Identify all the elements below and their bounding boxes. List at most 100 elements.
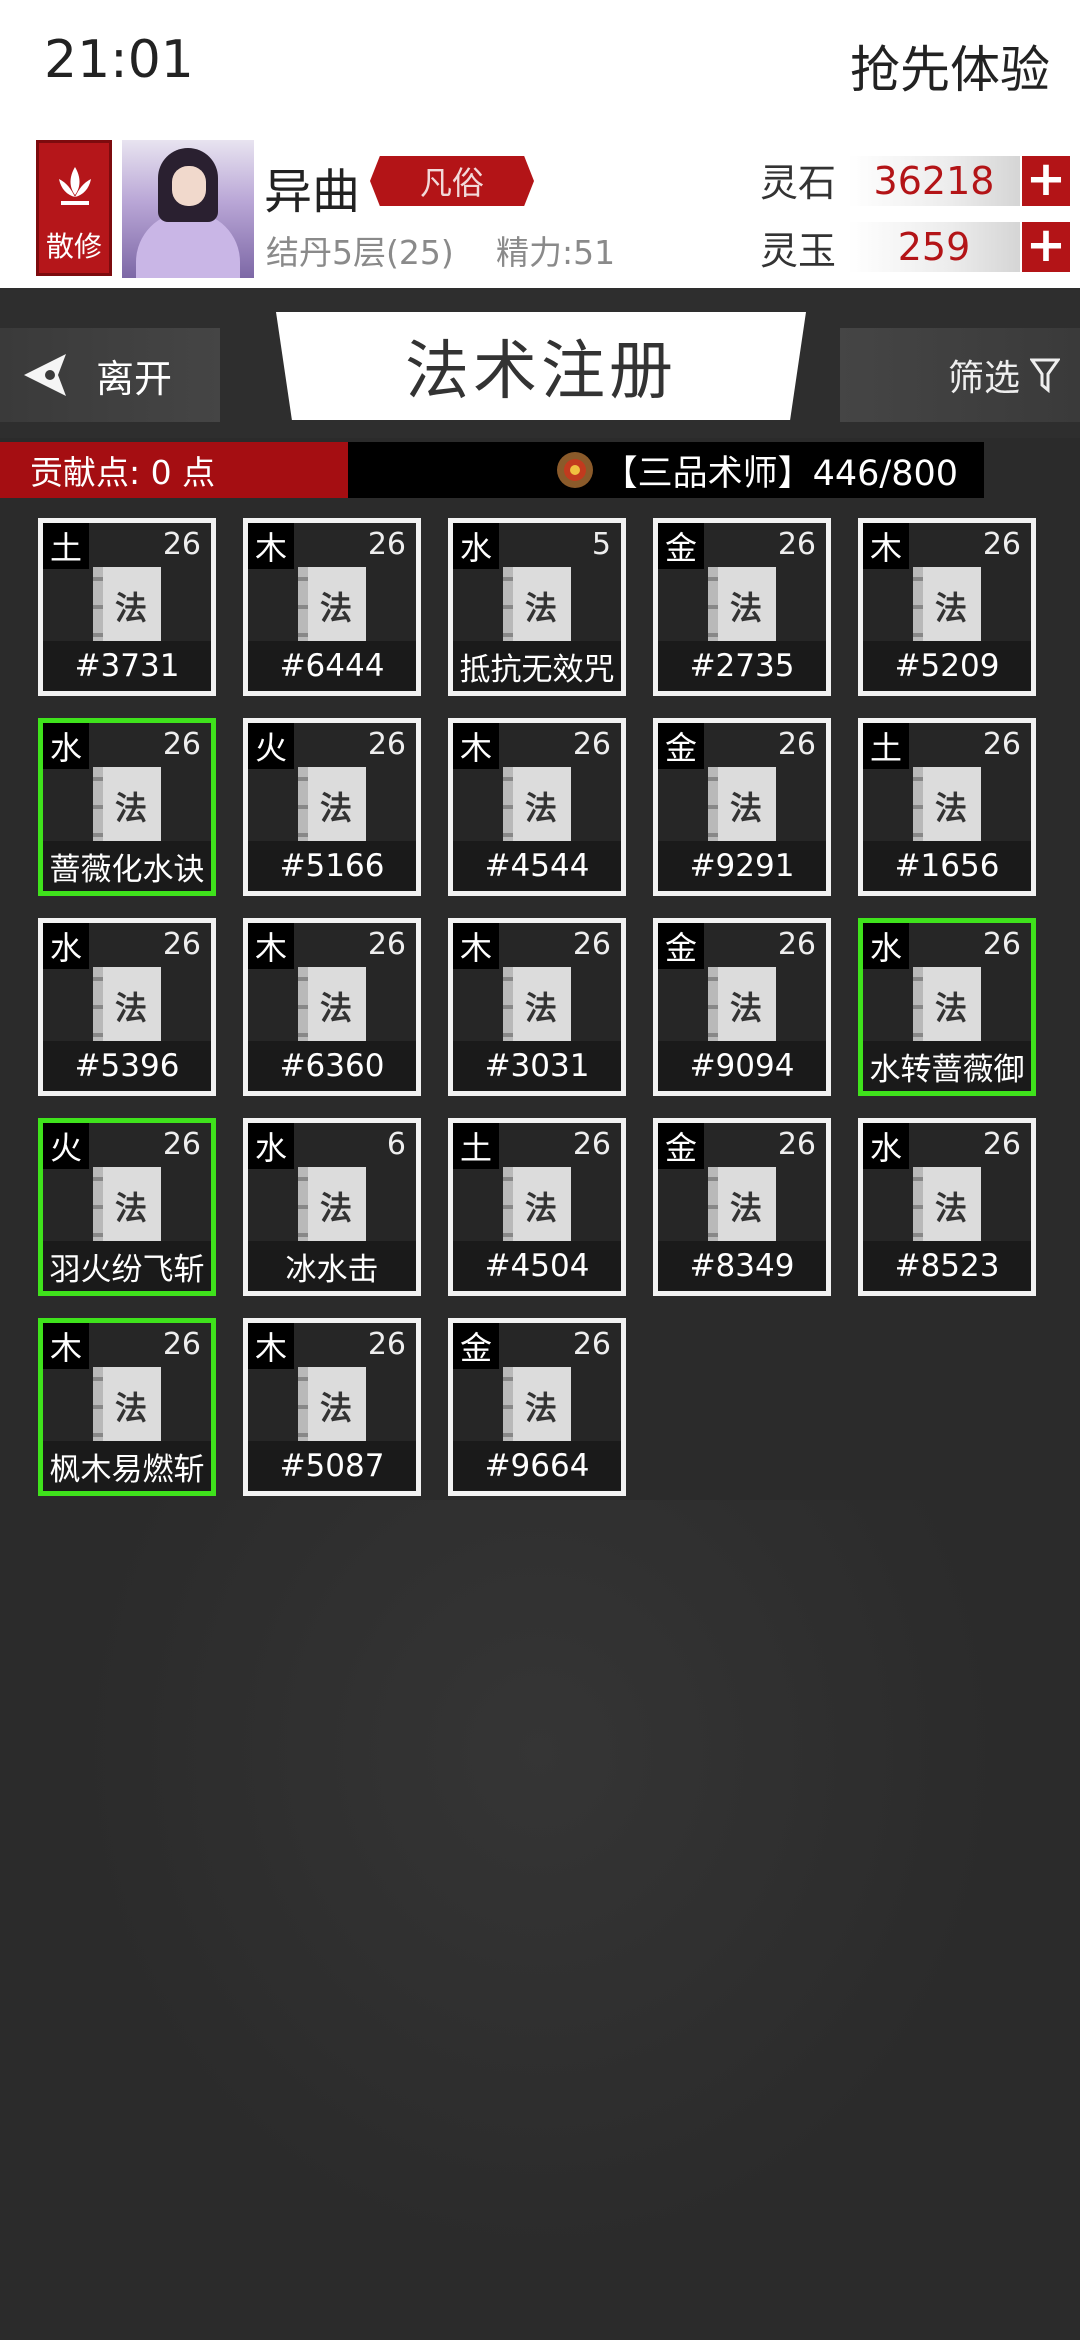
add-spirit-jade-button[interactable]: + xyxy=(1022,221,1070,272)
spell-card[interactable]: 土 26 法 #3731 xyxy=(38,518,216,696)
spell-card[interactable]: 金 26 法 #9291 xyxy=(653,718,831,896)
back-arrow-icon xyxy=(24,354,66,396)
spell-card[interactable]: 水 6 法冰水击 xyxy=(243,1118,421,1296)
filter-button[interactable]: 筛选 xyxy=(840,328,1080,422)
spell-level: 6 xyxy=(386,1127,406,1162)
spell-card[interactable]: 火 26 法 #5166 xyxy=(243,718,421,896)
avatar[interactable] xyxy=(122,140,254,278)
element-tag: 木 xyxy=(453,923,499,969)
spell-book-icon: 法 xyxy=(298,967,366,1047)
spirit-stone-label: 灵石 xyxy=(760,161,837,205)
book-char: 法 xyxy=(319,589,352,627)
spell-name: 抵抗无效咒 xyxy=(453,641,621,691)
book-char: 法 xyxy=(934,1189,967,1227)
spell-card[interactable]: 火 26 法羽火纷飞斩 xyxy=(38,1118,216,1296)
spell-card[interactable]: 木 26 法 #3031 xyxy=(448,918,626,1096)
spell-level: 26 xyxy=(572,927,611,962)
spell-name: #3731 xyxy=(43,641,211,691)
spell-level: 26 xyxy=(572,1127,611,1162)
element-tag: 木 xyxy=(863,523,909,569)
spell-book-icon: 法 xyxy=(913,767,981,847)
spell-book-icon: 法 xyxy=(708,567,776,647)
spell-name: #3031 xyxy=(453,1041,621,1091)
element-tag: 水 xyxy=(453,523,499,569)
spell-name: 羽火纷飞斩 xyxy=(43,1241,211,1291)
spell-level: 26 xyxy=(777,727,816,762)
spell-book-icon: 法 xyxy=(93,767,161,847)
leave-button[interactable]: 离开 xyxy=(0,328,220,422)
spell-book-icon: 法 xyxy=(913,967,981,1047)
spell-level: 26 xyxy=(162,1327,201,1362)
spell-name: #9094 xyxy=(658,1041,826,1091)
spell-card[interactable]: 水 26 法水转蔷薇御 xyxy=(858,918,1036,1096)
add-spirit-stone-button[interactable]: + xyxy=(1022,155,1070,206)
spell-book-icon: 法 xyxy=(913,1167,981,1247)
spell-card[interactable]: 木 26 法 #5087 xyxy=(243,1318,421,1496)
spell-card[interactable]: 金 26 法 #8349 xyxy=(653,1118,831,1296)
spell-name: 冰水击 xyxy=(248,1241,416,1291)
spell-card[interactable]: 水 5 法抵抗无效咒 xyxy=(448,518,626,696)
spell-book-icon: 法 xyxy=(708,967,776,1047)
rank-badge[interactable]: 散修 xyxy=(36,140,112,276)
status-time: 21:01 xyxy=(44,30,194,90)
spirit-stone-value: 36218 xyxy=(848,156,1020,206)
player-profile: 散修 异曲 凡俗 结丹5层(25) 精力:51 灵石 36218 + 灵玉 25… xyxy=(0,130,1080,288)
spell-card[interactable]: 木 26 法 #6360 xyxy=(243,918,421,1096)
rank-label: 散修 xyxy=(45,230,102,263)
leave-label: 离开 xyxy=(96,356,173,401)
book-char: 法 xyxy=(524,989,557,1027)
spell-level: 26 xyxy=(777,1127,816,1162)
spell-level: 26 xyxy=(162,1127,201,1162)
book-char: 法 xyxy=(934,589,967,627)
spell-card[interactable]: 水 26 法 #8523 xyxy=(858,1118,1036,1296)
spell-card[interactable]: 木 26 法 #5209 xyxy=(858,518,1036,696)
spell-card[interactable]: 金 26 法 #2735 xyxy=(653,518,831,696)
spell-name: #6360 xyxy=(248,1041,416,1091)
spell-name: #9664 xyxy=(453,1441,621,1491)
element-tag: 水 xyxy=(43,723,89,769)
master-rank-bar: 【三品术师】446/800 xyxy=(348,442,984,498)
spell-name: #5209 xyxy=(863,641,1031,691)
book-char: 法 xyxy=(114,1389,147,1427)
spell-book-icon: 法 xyxy=(93,967,161,1047)
book-char: 法 xyxy=(114,1189,147,1227)
spell-card[interactable]: 土 26 法 #4504 xyxy=(448,1118,626,1296)
element-tag: 火 xyxy=(43,1123,89,1169)
spell-card[interactable]: 水 26 法蔷薇化水诀 xyxy=(38,718,216,896)
spell-level: 26 xyxy=(777,527,816,562)
spell-level: 26 xyxy=(572,1327,611,1362)
book-char: 法 xyxy=(524,789,557,827)
spell-card[interactable]: 金 26 法 #9094 xyxy=(653,918,831,1096)
spell-name: #9291 xyxy=(658,841,826,891)
spell-name: #4504 xyxy=(453,1241,621,1291)
element-tag: 金 xyxy=(658,723,704,769)
element-tag: 水 xyxy=(863,923,909,969)
spell-book-icon: 法 xyxy=(93,1167,161,1247)
element-tag: 木 xyxy=(453,723,499,769)
element-tag: 木 xyxy=(248,923,294,969)
element-tag: 土 xyxy=(453,1123,499,1169)
spell-grid: 土 26 法 #3731 木 26 法 #6444 水 5 法抵抗无效咒金 26 法 #2735 木 26 法 #… xyxy=(38,518,1036,1496)
spell-book-icon: 法 xyxy=(298,1367,366,1447)
spell-card[interactable]: 木 26 法 #4544 xyxy=(448,718,626,896)
spell-book-icon: 法 xyxy=(503,1167,571,1247)
book-char: 法 xyxy=(524,589,557,627)
book-char: 法 xyxy=(729,589,762,627)
spell-name: 水转蔷薇御 xyxy=(863,1041,1031,1091)
spell-name: #8523 xyxy=(863,1241,1031,1291)
filter-icon xyxy=(1030,358,1060,393)
book-char: 法 xyxy=(729,789,762,827)
spell-card[interactable]: 土 26 法 #1656 xyxy=(858,718,1036,896)
spell-name: #1656 xyxy=(863,841,1031,891)
lotus-icon xyxy=(59,167,91,205)
spell-level: 26 xyxy=(367,1327,406,1362)
spell-card[interactable]: 水 26 法 #5396 xyxy=(38,918,216,1096)
book-char: 法 xyxy=(114,989,147,1027)
spell-level: 26 xyxy=(367,927,406,962)
status-bar: 21:01 抢先体验 xyxy=(0,0,1080,130)
spell-card[interactable]: 木 26 法枫木易燃斩 xyxy=(38,1318,216,1496)
spell-card[interactable]: 金 26 法 #9664 xyxy=(448,1318,626,1496)
element-tag: 金 xyxy=(658,923,704,969)
spell-card[interactable]: 木 26 法 #6444 xyxy=(243,518,421,696)
spell-level: 26 xyxy=(162,527,201,562)
